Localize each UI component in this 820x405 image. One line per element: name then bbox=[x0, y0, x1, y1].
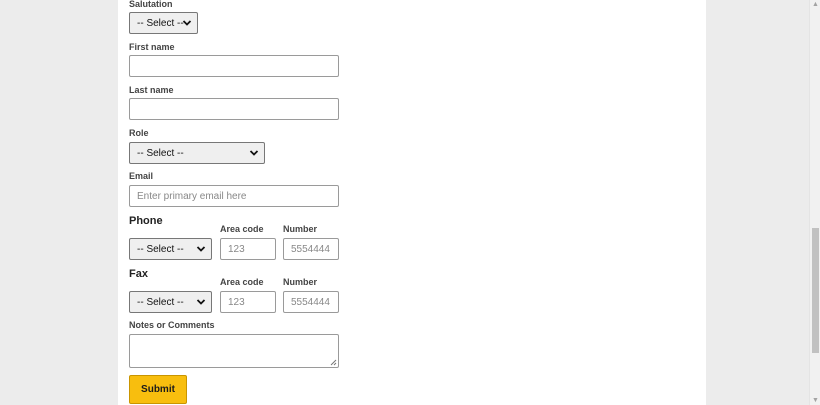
resize-grip-icon[interactable] bbox=[329, 358, 337, 366]
page-scrollbar[interactable]: ▲ ▼ bbox=[809, 0, 820, 405]
salutation-select[interactable]: -- Select -- bbox=[129, 12, 198, 34]
fax-number-input[interactable]: 5554444 bbox=[283, 291, 339, 313]
scroll-up-arrow-icon[interactable]: ▲ bbox=[811, 0, 820, 9]
chevron-down-icon bbox=[196, 246, 206, 252]
fax-number-placeholder: 5554444 bbox=[291, 297, 330, 308]
email-label: Email bbox=[129, 171, 154, 181]
phone-country-select[interactable]: -- Select -- bbox=[129, 238, 212, 260]
fax-area-code-placeholder: 123 bbox=[228, 297, 245, 308]
last-name-label: Last name bbox=[129, 85, 174, 95]
chevron-down-icon bbox=[182, 20, 192, 26]
fax-country-value: -- Select -- bbox=[137, 297, 184, 308]
phone-country-value: -- Select -- bbox=[137, 244, 184, 255]
phone-area-code-label: Area code bbox=[220, 224, 264, 234]
phone-number-placeholder: 5554444 bbox=[291, 244, 330, 255]
fax-heading: Fax bbox=[129, 268, 148, 280]
email-placeholder: Enter primary email here bbox=[137, 191, 247, 202]
salutation-label: Salutation bbox=[129, 0, 173, 9]
phone-area-code-input[interactable]: 123 bbox=[220, 238, 276, 260]
submit-button[interactable]: Submit bbox=[129, 375, 187, 404]
scrollbar-thumb[interactable] bbox=[812, 228, 819, 353]
role-select[interactable]: -- Select -- bbox=[129, 142, 265, 164]
role-label: Role bbox=[129, 128, 149, 138]
phone-number-label: Number bbox=[283, 224, 318, 234]
first-name-input[interactable] bbox=[129, 55, 339, 77]
scroll-down-arrow-icon[interactable]: ▼ bbox=[811, 396, 820, 405]
chevron-down-icon bbox=[249, 150, 259, 156]
fax-area-code-input[interactable]: 123 bbox=[220, 291, 276, 313]
fax-area-code-label: Area code bbox=[220, 277, 264, 287]
notes-label: Notes or Comments bbox=[129, 320, 215, 330]
fax-number-label: Number bbox=[283, 277, 318, 287]
phone-area-code-placeholder: 123 bbox=[228, 244, 245, 255]
phone-number-input[interactable]: 5554444 bbox=[283, 238, 339, 260]
phone-heading: Phone bbox=[129, 215, 163, 227]
notes-textarea[interactable] bbox=[129, 334, 339, 368]
last-name-input[interactable] bbox=[129, 98, 339, 120]
role-value: -- Select -- bbox=[137, 148, 184, 159]
first-name-label: First name bbox=[129, 42, 175, 52]
salutation-value: -- Select -- bbox=[137, 18, 184, 29]
chevron-down-icon bbox=[196, 299, 206, 305]
fax-country-select[interactable]: -- Select -- bbox=[129, 291, 212, 313]
email-input[interactable]: Enter primary email here bbox=[129, 185, 339, 207]
